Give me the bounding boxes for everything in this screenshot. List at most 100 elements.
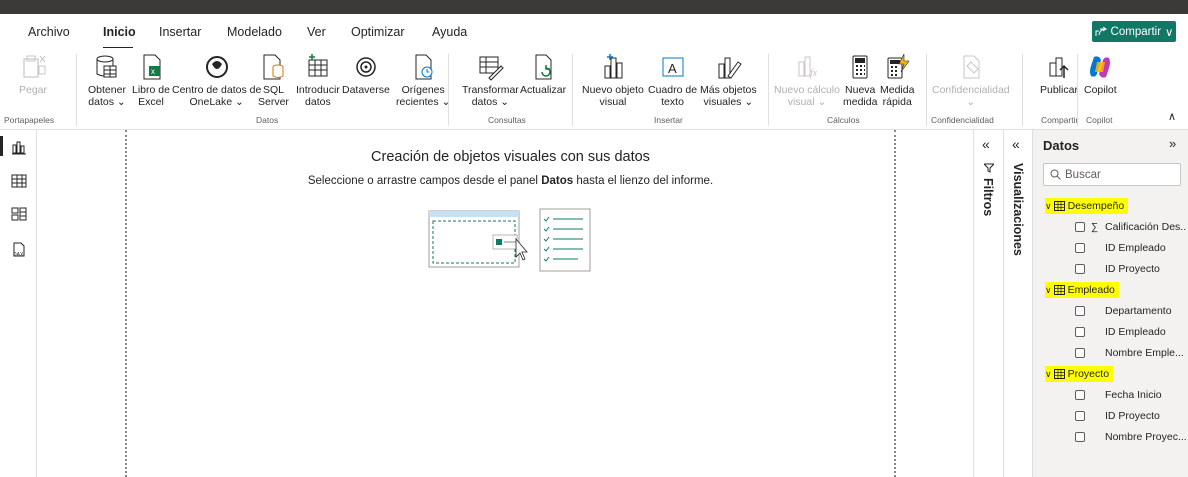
left-view-nav: DAX	[0, 130, 37, 477]
recent-sources-button[interactable]: Orígenes recientes ⌄	[396, 52, 450, 108]
chevron-right-icon[interactable]: »	[1169, 136, 1176, 151]
field-label: Fecha Inicio	[1105, 389, 1162, 401]
report-view-icon[interactable]	[11, 139, 27, 155]
model-view-icon[interactable]	[11, 206, 27, 222]
search-icon	[1050, 169, 1061, 180]
chevron-down-icon[interactable]: ∨	[1045, 285, 1052, 296]
text-box-icon: A	[662, 57, 684, 77]
chevron-down-icon[interactable]: ∨	[1045, 201, 1052, 212]
svg-text:A: A	[668, 61, 677, 76]
get-data-button[interactable]: Obtener datos ⌄	[88, 52, 126, 108]
dax-query-view-icon[interactable]: DAX	[11, 242, 27, 258]
calculator-icon	[852, 55, 868, 79]
publish-button[interactable]: Publicar	[1040, 52, 1078, 96]
new-visual-calculation-button[interactable]: fx Nuevo cálculo visual ⌄	[774, 52, 840, 108]
excel-workbook-button[interactable]: x Libro de Excel	[132, 52, 170, 108]
copilot-button[interactable]: Copilot	[1084, 52, 1117, 96]
quick-measure-icon	[887, 53, 910, 79]
title-bar	[0, 0, 1188, 14]
group-label-calculos: Cálculos	[827, 115, 860, 125]
ribbon: Pegar Portapapeles Obtener datos ⌄ x Lib…	[0, 48, 1188, 130]
share-button[interactable]: Compartir ∨	[1092, 21, 1176, 42]
field-label: Nombre Proyec...	[1105, 431, 1187, 443]
sensitivity-icon	[963, 55, 980, 79]
group-label-confidencialidad: Confidencialidad	[931, 115, 994, 125]
transform-data-icon	[479, 56, 505, 81]
field-item[interactable]: ID Empleado	[1075, 240, 1187, 256]
share-icon	[1095, 26, 1107, 36]
menu-bar: Archivo Inicio Insertar Modelado Ver Opt…	[0, 14, 1188, 50]
filters-pane-collapsed[interactable]: « Filtros	[973, 130, 1003, 477]
empty-state-title: Creación de objetos visuales con sus dat…	[371, 149, 650, 165]
field-checkbox[interactable]	[1075, 264, 1085, 274]
field-label: Nombre Emple...	[1105, 347, 1184, 359]
table-node[interactable]: ∨ Desempeño	[1045, 198, 1129, 214]
field-item[interactable]: Nombre Emple...	[1075, 345, 1187, 361]
tab-optimizar[interactable]: Optimizar	[351, 25, 404, 39]
table-node[interactable]: ∨ Proyecto	[1045, 366, 1114, 382]
new-measure-button[interactable]: Nueva medida	[843, 52, 877, 108]
ribbon-separator	[1077, 54, 1078, 126]
field-item[interactable]: ∑ Calificación Des...	[1075, 219, 1187, 235]
group-label-portapapeles: Portapapeles	[4, 115, 55, 125]
field-checkbox[interactable]	[1075, 411, 1085, 421]
quick-measure-button[interactable]: Medida rápida	[880, 52, 914, 108]
sum-icon: ∑	[1091, 221, 1099, 233]
field-item[interactable]: ID Proyecto	[1075, 408, 1187, 424]
collapse-ribbon-icon[interactable]: ∧	[1168, 110, 1176, 123]
visualizations-pane-collapsed[interactable]: « Visualizaciones	[1003, 130, 1032, 477]
chevron-left-icon[interactable]: «	[1012, 136, 1020, 152]
tab-archivo[interactable]: Archivo	[28, 25, 70, 39]
field-checkbox[interactable]	[1075, 348, 1085, 358]
onelake-hub-button[interactable]: Centro de datos de OneLake ⌄	[172, 52, 261, 108]
ribbon-separator	[926, 54, 927, 126]
chevron-left-icon[interactable]: «	[982, 136, 990, 152]
visual-calculation-icon: fx	[798, 56, 818, 79]
field-checkbox[interactable]	[1075, 306, 1085, 316]
field-checkbox[interactable]	[1075, 390, 1085, 400]
text-box-button[interactable]: A Cuadro de texto	[648, 52, 697, 108]
tab-modelado[interactable]: Modelado	[227, 25, 282, 39]
field-item[interactable]: ID Proyecto	[1075, 261, 1187, 277]
empty-state-subtitle: Seleccione o arrastre campos desde el pa…	[307, 175, 714, 187]
field-item[interactable]: Fecha Inicio	[1075, 387, 1187, 403]
ribbon-separator	[768, 54, 769, 126]
data-pane: Datos » Buscar ∨ Desempeño ∑ Calificación D…	[1032, 130, 1188, 477]
field-item[interactable]: ID Empleado	[1075, 324, 1187, 340]
field-checkbox[interactable]	[1075, 327, 1085, 337]
chevron-down-icon[interactable]: ∨	[1045, 369, 1052, 380]
more-visuals-button[interactable]: Más objetos visuales ⌄	[700, 52, 757, 108]
share-label: Compartir	[1110, 25, 1162, 38]
field-label: Calificación Des...	[1105, 221, 1187, 233]
svg-text:x: x	[151, 67, 155, 76]
field-checkbox[interactable]	[1075, 432, 1085, 442]
transform-data-button[interactable]: Transformar datos ⌄	[462, 52, 519, 108]
table-view-icon[interactable]	[11, 173, 27, 189]
ribbon-separator	[572, 54, 573, 126]
tab-ver[interactable]: Ver	[307, 25, 326, 39]
sql-server-button[interactable]: SQL Server	[258, 52, 289, 108]
filter-icon	[984, 163, 994, 173]
copilot-icon	[1090, 56, 1111, 78]
tab-insertar[interactable]: Insertar	[159, 25, 201, 39]
dataverse-button[interactable]: Dataverse	[342, 52, 390, 96]
table-node[interactable]: ∨ Empleado	[1045, 282, 1119, 298]
excel-icon: x	[143, 54, 161, 80]
refresh-button[interactable]: Actualizar	[520, 52, 566, 96]
tab-inicio[interactable]: Inicio	[103, 25, 136, 39]
paste-button[interactable]: Pegar	[18, 52, 48, 96]
table-name: Proyecto	[1067, 368, 1110, 380]
search-input[interactable]: Buscar	[1043, 163, 1181, 186]
new-visual-button[interactable]: Nuevo objeto visual	[582, 52, 644, 108]
sensitivity-button[interactable]: Confidencialidad ⌄	[932, 52, 1010, 108]
field-checkbox[interactable]	[1075, 243, 1085, 253]
bar-chart-icon	[604, 54, 623, 79]
table-name: Desempeño	[1067, 200, 1125, 212]
tab-ayuda[interactable]: Ayuda	[432, 25, 467, 39]
field-item[interactable]: Nombre Proyec...	[1075, 429, 1187, 445]
field-item[interactable]: Departamento	[1075, 303, 1187, 319]
group-label-consultas: Consultas	[488, 115, 526, 125]
table-icon	[1053, 369, 1065, 379]
field-checkbox[interactable]	[1075, 222, 1085, 232]
enter-data-button[interactable]: Introducir datos	[296, 52, 340, 108]
